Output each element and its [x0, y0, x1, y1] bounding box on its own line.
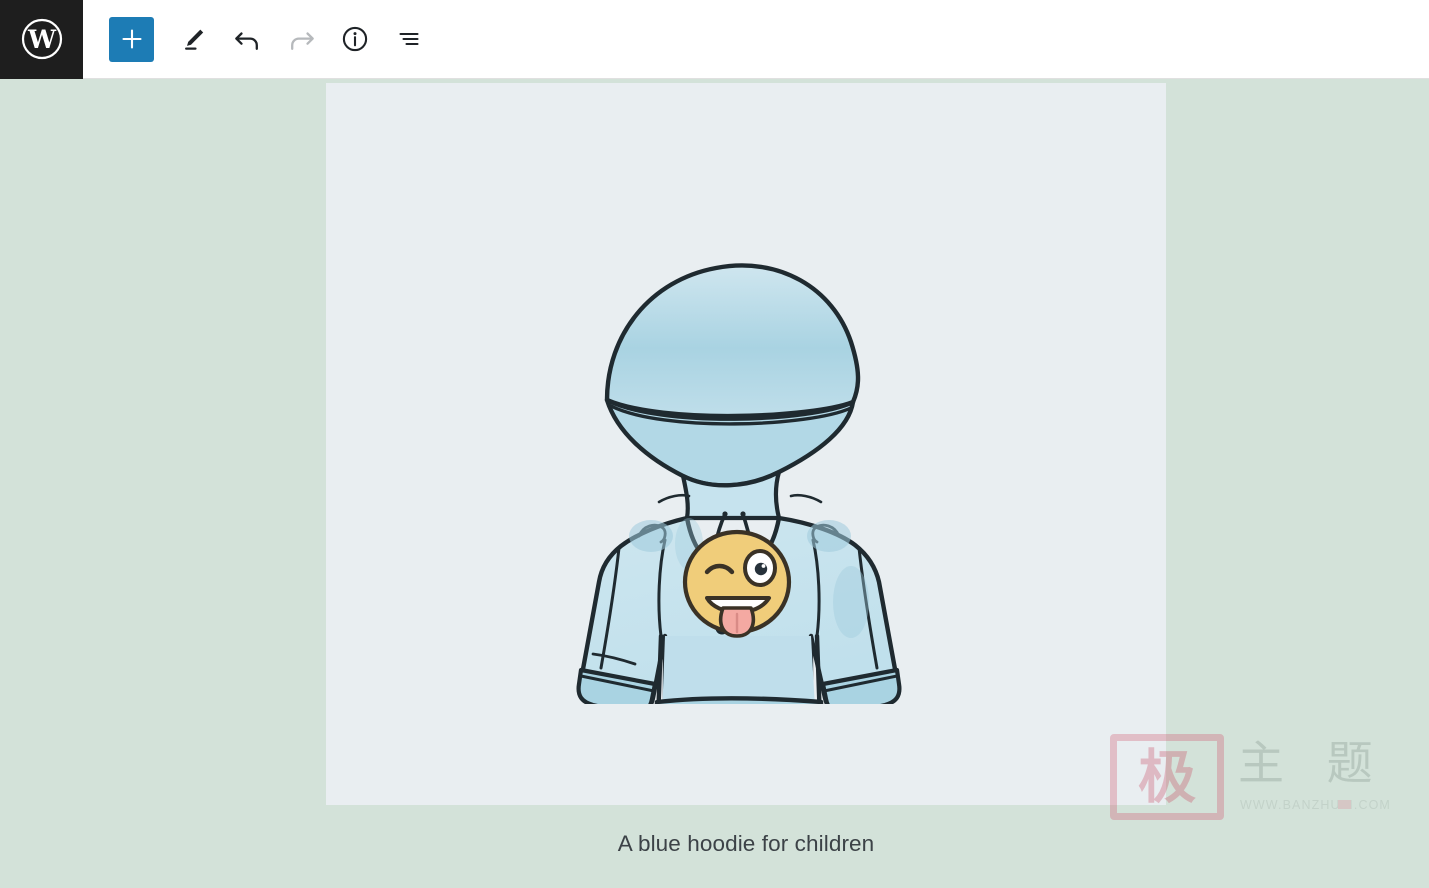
redo-button[interactable]	[277, 15, 325, 63]
hoodie-illustration	[326, 83, 1166, 805]
plus-icon	[119, 26, 145, 52]
watermark-square-icon	[1338, 800, 1351, 809]
svg-text:W: W	[26, 25, 56, 54]
list-view-button[interactable]	[385, 15, 433, 63]
watermark-url: WWW.BANZHUTI.COM	[1240, 798, 1391, 812]
pencil-icon	[178, 24, 208, 54]
redo-arrow-icon	[286, 24, 317, 55]
image-block[interactable]	[326, 83, 1166, 805]
details-info-button[interactable]	[331, 15, 379, 63]
wordpress-logo-button[interactable]: W	[0, 0, 83, 79]
list-view-icon	[394, 24, 424, 54]
undo-button[interactable]	[223, 15, 271, 63]
image-caption[interactable]: A blue hoodie for children	[326, 831, 1166, 857]
add-block-button[interactable]	[109, 16, 154, 62]
editor-canvas: A blue hoodie for children 极 主 题 WWW.BAN…	[0, 79, 1429, 888]
undo-arrow-icon	[232, 24, 263, 55]
watermark-chinese-text: 主 题	[1238, 736, 1387, 790]
wordpress-logo-icon: W	[20, 17, 64, 61]
info-circle-icon	[340, 24, 370, 54]
editor-top-toolbar: W	[0, 0, 1429, 79]
edit-mode-button[interactable]	[169, 15, 217, 63]
toolbar-button-group	[83, 0, 433, 79]
